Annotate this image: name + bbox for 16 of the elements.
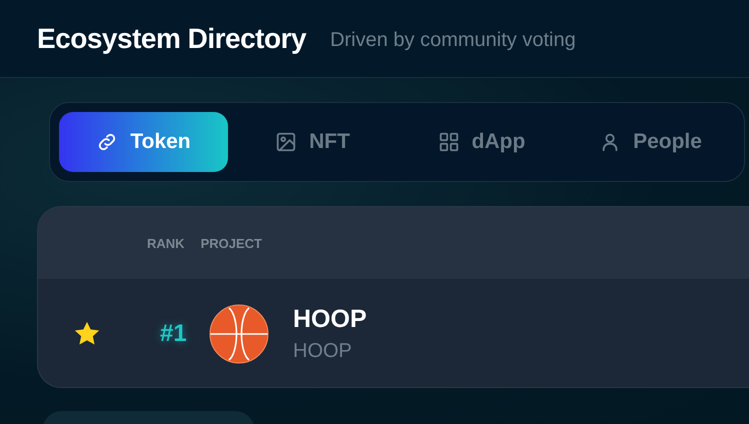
page-subtitle: Driven by community voting bbox=[330, 28, 576, 52]
grid-icon bbox=[438, 131, 460, 153]
image-icon bbox=[275, 131, 298, 153]
project-name: HOOP bbox=[293, 304, 367, 334]
tab[interactable]: People bbox=[566, 112, 735, 172]
column-header: PROJECT bbox=[200, 236, 262, 250]
star-icon[interactable] bbox=[74, 320, 100, 346]
tab[interactable]: dApp bbox=[397, 112, 566, 172]
tab[interactable]: NFT bbox=[228, 112, 397, 172]
column-header: RANK bbox=[147, 236, 185, 250]
page-title: Ecosystem Directory bbox=[37, 22, 306, 54]
tab[interactable]: Token bbox=[59, 112, 228, 172]
basketball-icon bbox=[209, 304, 269, 364]
project-symbol: HOOP bbox=[293, 340, 353, 362]
table-row[interactable]: #1 HOOP HOOP bbox=[38, 280, 749, 387]
rank-text: #1 bbox=[160, 320, 188, 348]
